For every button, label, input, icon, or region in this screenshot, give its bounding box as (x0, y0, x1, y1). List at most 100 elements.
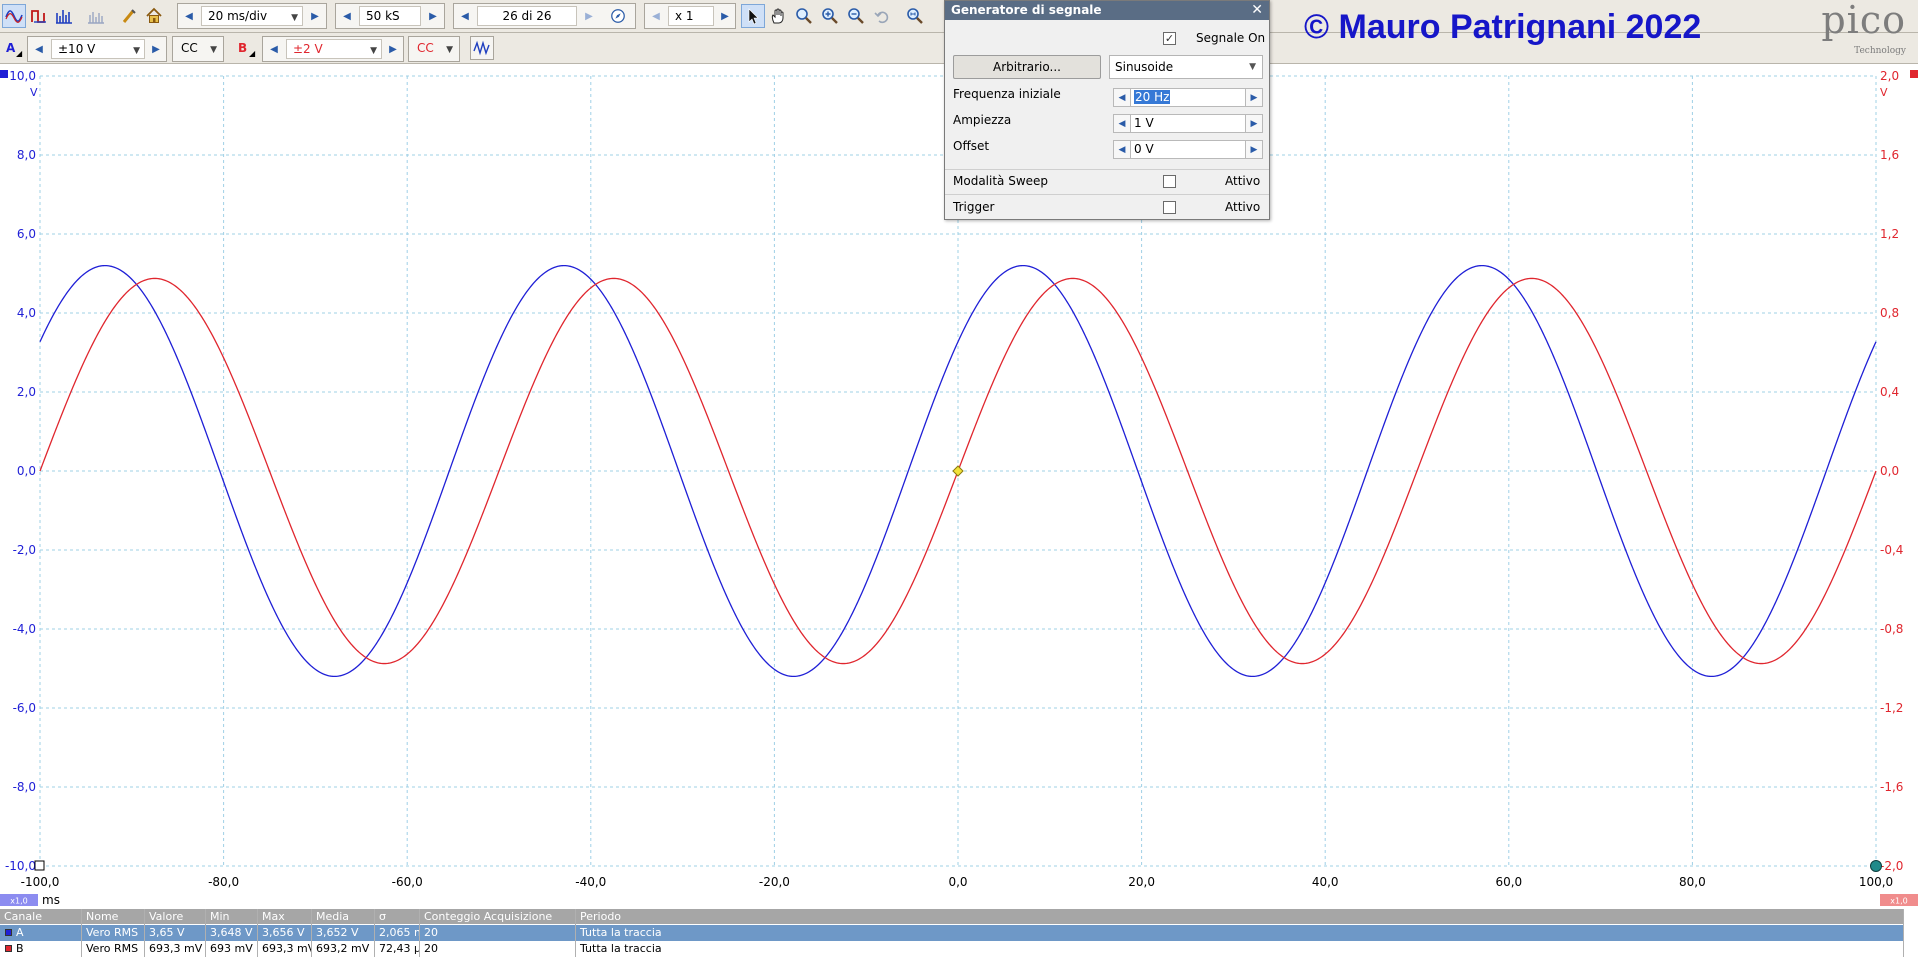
samples-decrease-button[interactable]: ◀ (337, 6, 357, 26)
zoom-factor-increase-button[interactable]: ▶ (715, 6, 735, 26)
x-tick-label: 20,0 (1128, 875, 1155, 889)
channel-a-coupling-select[interactable]: CC ▼ (172, 36, 224, 62)
scope-mode-icon[interactable] (2, 4, 26, 28)
table-row[interactable]: A Vero RMS 3,65 V 3,648 V 3,656 V 3,652 V 2,06… (0, 925, 1904, 941)
copyright-text: © Mauro Patrignani 2022 (1304, 8, 1702, 46)
y-left-tick-label: 2,0 (17, 385, 36, 399)
x-tick-label: -60,0 (392, 875, 423, 889)
x-tick-label: 0,0 (948, 875, 967, 889)
logo-name: pico (1821, 0, 1906, 42)
y-left-tick-label: 10,0 (9, 69, 36, 83)
pointer-icon[interactable] (741, 4, 765, 28)
zoom-fit-icon[interactable] (903, 4, 927, 28)
zoom-icon[interactable] (792, 4, 816, 28)
spectrum-disabled-icon[interactable] (84, 4, 108, 28)
buffer-index[interactable]: 26 di 26 (477, 6, 577, 26)
waveform-select[interactable]: Sinusoide ▼ (1109, 55, 1263, 79)
probe-icon[interactable] (117, 4, 141, 28)
trigger-checkbox[interactable] (1163, 201, 1176, 214)
channel-b-range-increase-button[interactable]: ▶ (383, 39, 403, 59)
channel-b-range-value: ±2 V (293, 42, 323, 56)
y-right-tick-label: -1,6 (1880, 780, 1903, 794)
x-tick-label: 80,0 (1679, 875, 1706, 889)
offset-input[interactable]: 0 V (1131, 140, 1245, 159)
table-cell: 3,652 V (312, 925, 375, 941)
y-right-tick-label: 0,8 (1880, 306, 1899, 320)
chevron-down-icon: ▼ (133, 46, 140, 56)
zoom-factor-field[interactable]: x 1 (668, 6, 714, 26)
y-left-tick-label: 6,0 (17, 227, 36, 241)
zoom-factor-value: x 1 (675, 9, 694, 23)
channel-a-range-decrease-button[interactable]: ◀ (29, 39, 49, 59)
channel-b-range-decrease-button[interactable]: ◀ (264, 39, 284, 59)
buffer-next-button[interactable]: ▶ (579, 6, 599, 26)
arbitrary-button[interactable]: Arbitrario... (953, 55, 1101, 79)
table-cell: A (0, 925, 82, 941)
hand-icon[interactable] (766, 4, 790, 28)
channel-a-range-increase-button[interactable]: ▶ (146, 39, 166, 59)
channel-b-label[interactable]: B (238, 41, 247, 55)
samples-increase-button[interactable]: ▶ (423, 6, 443, 26)
start-frequency-increase-button[interactable]: ▶ (1245, 88, 1263, 107)
amplitude-label: Ampiezza (953, 113, 1012, 127)
sweep-mode-checkbox[interactable] (1163, 175, 1176, 188)
table-cell: 693,3 mV (258, 941, 312, 957)
separator (945, 194, 1269, 195)
amplitude-decrease-button[interactable]: ◀ (1113, 114, 1131, 133)
amplitude-increase-button[interactable]: ▶ (1245, 114, 1263, 133)
table-row[interactable]: B Vero RMS 693,3 mV 693 mV 693,3 mV 693,2 mV 7… (0, 941, 1904, 957)
buffer-previous-button[interactable]: ◀ (455, 6, 475, 26)
table-cell: Min (206, 909, 258, 925)
spectrum-mode-icon[interactable] (52, 4, 76, 28)
undo-zoom-icon[interactable] (870, 4, 894, 28)
zoom-out-icon[interactable] (844, 4, 868, 28)
table-cell: Vero RMS (82, 925, 145, 941)
close-icon[interactable]: ✕ (1251, 1, 1263, 20)
home-icon[interactable] (142, 4, 166, 28)
sweep-mode-label: Modalità Sweep (953, 174, 1049, 188)
table-cell: Tutta la traccia (576, 925, 1904, 941)
samples-value: 50 kS (366, 9, 400, 23)
persistence-mode-icon[interactable] (27, 4, 51, 28)
offset-value: 0 V (1134, 142, 1154, 156)
channel-b-range-select[interactable]: ±2 V ▼ (286, 39, 382, 59)
x-axis-unit: ms (42, 893, 60, 906)
start-frequency-input[interactable]: 20 Hz (1131, 88, 1245, 107)
timebase-value: 20 ms/div (208, 9, 268, 23)
y-left-tick-label: 8,0 (17, 148, 36, 162)
timebase-select[interactable]: 20 ms/div ▼ (201, 6, 303, 26)
y-right-tick-label: 2,0 (1880, 69, 1899, 83)
channel-b-axis-marker[interactable] (1910, 70, 1918, 78)
ruler-handle-left[interactable] (34, 860, 45, 871)
y-right-tick-label: 0,4 (1880, 385, 1899, 399)
channel-a-axis-marker[interactable] (0, 70, 8, 78)
channel-a-coupling-value: CC (181, 41, 198, 55)
compass-icon[interactable] (608, 6, 628, 26)
samples-select[interactable]: 50 kS (359, 6, 421, 26)
channel-b-options-icon[interactable]: ◢ (249, 49, 255, 58)
channel-a-range-select[interactable]: ±10 V ▼ (51, 39, 145, 59)
y-left-tick-label: -2,0 (13, 543, 36, 557)
timebase-increase-button[interactable]: ▶ (305, 6, 325, 26)
channel-b-coupling-select[interactable]: CC ▼ (408, 36, 460, 62)
offset-increase-button[interactable]: ▶ (1245, 140, 1263, 159)
offset-decrease-button[interactable]: ◀ (1113, 140, 1131, 159)
y-right-tick-label: -1,2 (1880, 701, 1903, 715)
waveform-value: Sinusoide (1115, 60, 1174, 74)
start-frequency-decrease-button[interactable]: ◀ (1113, 88, 1131, 107)
signal-generator-icon[interactable] (470, 36, 494, 60)
zoom-factor-decrease-button[interactable]: ◀ (646, 6, 666, 26)
siggen-titlebar[interactable]: Generatore di segnale ✕ (945, 1, 1269, 20)
zoom-in-icon[interactable] (818, 4, 842, 28)
table-cell: Vero RMS (82, 941, 145, 957)
table-cell: 20 (420, 925, 576, 941)
channel-a-options-icon[interactable]: ◢ (16, 49, 22, 58)
amplitude-input[interactable]: 1 V (1131, 114, 1245, 133)
ruler-handle-right[interactable] (1870, 860, 1882, 872)
x-tick-label: 60,0 (1495, 875, 1522, 889)
timebase-decrease-button[interactable]: ◀ (179, 6, 199, 26)
y-right-unit: V (1880, 86, 1888, 99)
signal-on-checkbox[interactable]: ✓ (1163, 32, 1176, 45)
channel-a-label[interactable]: A (6, 41, 15, 55)
x-tick-label: 100,0 (1859, 875, 1893, 889)
